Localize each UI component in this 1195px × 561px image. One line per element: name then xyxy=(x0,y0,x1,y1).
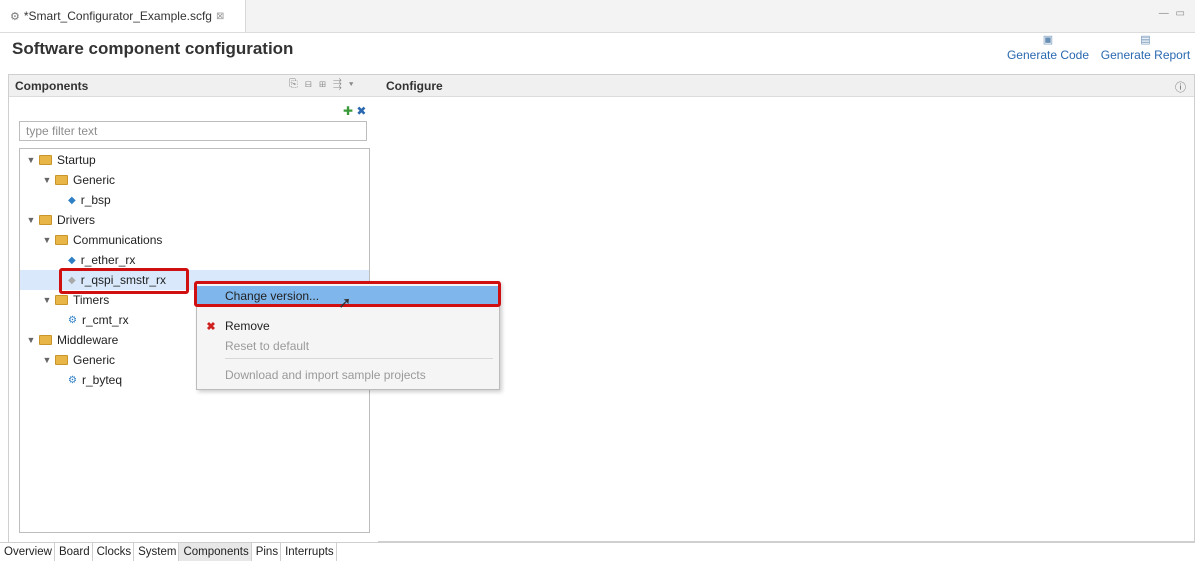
download-sample-projects-menu-item[interactable]: Download and import sample projects xyxy=(197,365,499,385)
tree-item[interactable]: ▼ Middleware xyxy=(26,330,119,350)
tab-pins[interactable]: Pins xyxy=(252,543,282,561)
folder-icon xyxy=(39,215,52,225)
mouse-cursor-icon: ➚ xyxy=(338,295,352,312)
tree-item[interactable]: ▼ Startup xyxy=(26,150,96,170)
generate-report-icon: ▤ xyxy=(1140,34,1151,46)
add-component-icon[interactable]: ✚ xyxy=(343,104,353,118)
menu-separator xyxy=(225,358,493,359)
tree-item-label: Communications xyxy=(73,233,163,247)
generate-code-button[interactable]: ▣ Generate Code xyxy=(1004,34,1092,62)
highlight-box xyxy=(59,268,189,294)
remove-menu-item[interactable]: ✖ Remove xyxy=(197,316,499,336)
components-toolbar[interactable]: ⎘ ⊟ ⊞ ⇶ ▾ xyxy=(289,78,356,91)
editor-tabbar: ⚙ *Smart_Configurator_Example.scfg ⊠ — ▭ xyxy=(0,0,1195,33)
tree-item-label: Startup xyxy=(57,153,96,167)
gear-icon: ⚙ xyxy=(10,10,20,23)
chevron-down-icon[interactable]: ▼ xyxy=(26,155,36,165)
folder-icon xyxy=(55,295,68,305)
close-icon[interactable]: ⊠ xyxy=(216,11,224,22)
reset-to-default-menu-item[interactable]: Reset to default xyxy=(197,336,499,356)
component-actions[interactable]: ✚ ✖ xyxy=(343,104,366,118)
menu-item-label: Download and import sample projects xyxy=(225,368,426,382)
tree-item-label: r_byteq xyxy=(81,373,122,387)
menu-item-label: Remove xyxy=(225,319,270,333)
chevron-down-icon[interactable]: ▼ xyxy=(26,215,36,225)
chevron-down-icon[interactable]: ▼ xyxy=(26,335,36,345)
tree-item[interactable]: ⚙ r_byteq xyxy=(68,370,122,390)
expand-all-icon[interactable]: ⊞ xyxy=(319,78,328,90)
editor-tab[interactable]: ⚙ *Smart_Configurator_Example.scfg ⊠ xyxy=(0,0,246,32)
tree-item-label: r_bsp xyxy=(80,193,111,207)
editor-tab-title: *Smart_Configurator_Example.scfg xyxy=(23,9,212,23)
component-icon: ⚙ xyxy=(68,314,77,326)
tab-interrupts[interactable]: Interrupts xyxy=(281,543,337,561)
tab-clocks[interactable]: Clocks xyxy=(93,543,135,561)
generate-report-label: Generate Report xyxy=(1100,48,1191,62)
configure-panel-title: Configure xyxy=(386,78,443,93)
generate-code-icon: ▣ xyxy=(1042,34,1054,46)
chevron-down-icon[interactable]: ▼ xyxy=(42,175,52,185)
tree-item-label: r_ether_rx xyxy=(80,253,136,267)
collapse-all-icon[interactable]: ⊟ xyxy=(305,78,314,90)
bottom-tabbar: Overview Board Clocks System Components … xyxy=(0,542,1195,561)
page-title: Software component configuration xyxy=(12,39,294,58)
tab-components[interactable]: Components xyxy=(179,543,252,561)
chevron-down-icon[interactable]: ▼ xyxy=(42,355,52,365)
tab-board[interactable]: Board xyxy=(55,543,93,561)
tree-item[interactable]: ⚙ r_cmt_rx xyxy=(68,310,129,330)
tab-system[interactable]: System xyxy=(134,543,180,561)
tree-item[interactable]: ▼ Drivers xyxy=(26,210,95,230)
folder-icon xyxy=(39,155,52,165)
folder-icon xyxy=(55,235,68,245)
tree-item[interactable]: ▼ Communications xyxy=(42,230,163,250)
generate-report-button[interactable]: ▤ Generate Report xyxy=(1096,34,1195,62)
tab-overview[interactable]: Overview xyxy=(0,543,55,561)
chevron-down-icon[interactable]: ▼ xyxy=(42,235,52,245)
component-icon: ◆ xyxy=(68,254,76,266)
tree-item-label: Generic xyxy=(73,173,116,187)
tree-item[interactable]: ▼ Generic xyxy=(42,350,116,370)
tree-item[interactable]: ◆ r_ether_rx xyxy=(68,250,135,270)
tree-item-label: Middleware xyxy=(57,333,119,347)
tree-item[interactable]: ◆ r_bsp xyxy=(68,190,111,210)
folder-icon xyxy=(55,355,68,365)
configure-panel-header: Configure xyxy=(378,75,1194,97)
window-controls[interactable]: — ▭ xyxy=(1159,8,1187,19)
components-panel-title: Components xyxy=(15,78,89,93)
info-icon[interactable]: ⓘ xyxy=(1175,79,1186,95)
tree-item-label: r_cmt_rx xyxy=(81,313,129,327)
chevron-down-icon[interactable]: ▾ xyxy=(349,78,356,90)
remove-component-icon[interactable]: ✖ xyxy=(356,104,366,118)
tree-item-label: Drivers xyxy=(57,213,95,227)
configure-panel: Configure ⓘ xyxy=(378,74,1195,542)
tree-item-label: Timers xyxy=(73,293,110,307)
add-filter-icon[interactable]: ⎘ xyxy=(289,78,300,90)
component-icon: ◆ xyxy=(68,194,76,206)
menu-item-label: Reset to default xyxy=(225,339,310,353)
folder-icon xyxy=(39,335,52,345)
chevron-down-icon[interactable]: ▼ xyxy=(42,295,52,305)
component-icon: ⚙ xyxy=(68,374,77,386)
tree-item-label: Generic xyxy=(73,353,116,367)
filter-input[interactable] xyxy=(19,121,367,141)
red-x-icon: ✖ xyxy=(206,320,216,333)
generate-code-label: Generate Code xyxy=(1006,48,1090,62)
view-menu-icon[interactable]: ⇶ xyxy=(333,78,344,90)
tree-item[interactable]: ▼ Generic xyxy=(42,170,116,190)
folder-icon xyxy=(55,175,68,185)
